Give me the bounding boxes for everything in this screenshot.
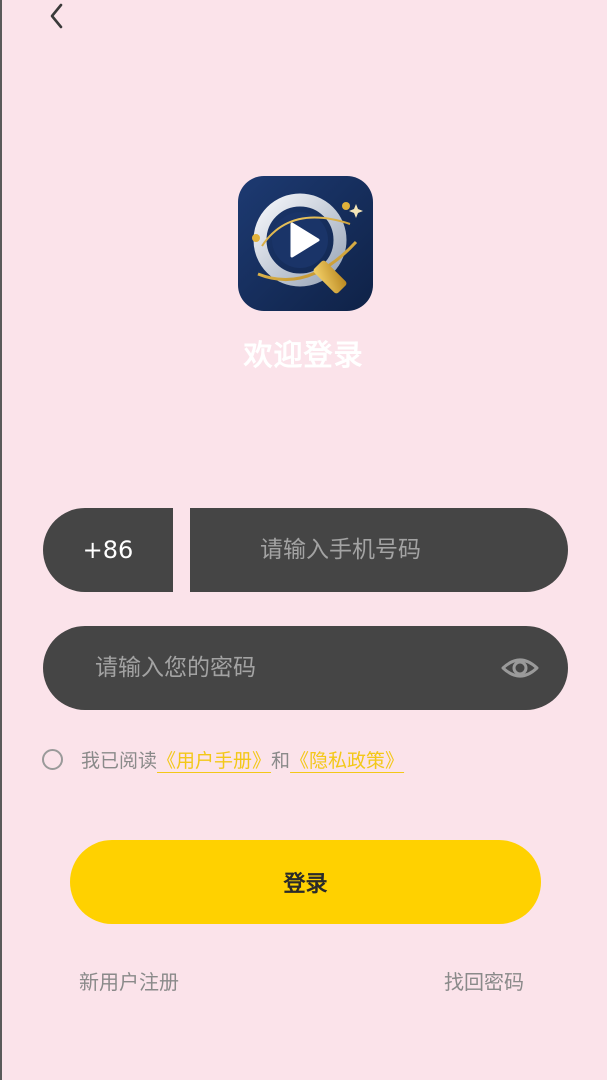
- forgot-password-link[interactable]: 找回密码: [444, 966, 524, 995]
- phone-field-container: [190, 508, 568, 592]
- country-code-label: +86: [82, 536, 134, 564]
- password-field-container: [43, 626, 568, 710]
- login-button[interactable]: 登录: [70, 840, 541, 924]
- password-input[interactable]: [95, 626, 485, 710]
- country-code-selector[interactable]: +86: [43, 508, 173, 592]
- app-logo: [238, 176, 373, 311]
- agreement-and: 和: [271, 749, 291, 772]
- welcome-title: 欢迎登录: [243, 338, 364, 372]
- back-button[interactable]: [40, 0, 72, 32]
- user-manual-link[interactable]: 《用户手册》: [157, 746, 271, 773]
- agreement-prefix: 我已阅读: [81, 749, 158, 772]
- agreement-radio[interactable]: [42, 748, 63, 770]
- toggle-password-visibility[interactable]: [500, 650, 540, 686]
- phone-input[interactable]: [260, 508, 550, 592]
- chevron-left-icon: [50, 3, 63, 29]
- register-link[interactable]: 新用户注册: [79, 966, 179, 995]
- screen-edge: [0, 0, 2, 1080]
- eye-icon: [501, 658, 539, 678]
- app-logo-play-icon: [238, 176, 373, 311]
- login-button-label: 登录: [283, 872, 328, 897]
- privacy-policy-link[interactable]: 《隐私政策》: [290, 746, 404, 773]
- agreement-row: 我已阅读 《用户手册》 和 《隐私政策》: [42, 744, 404, 774]
